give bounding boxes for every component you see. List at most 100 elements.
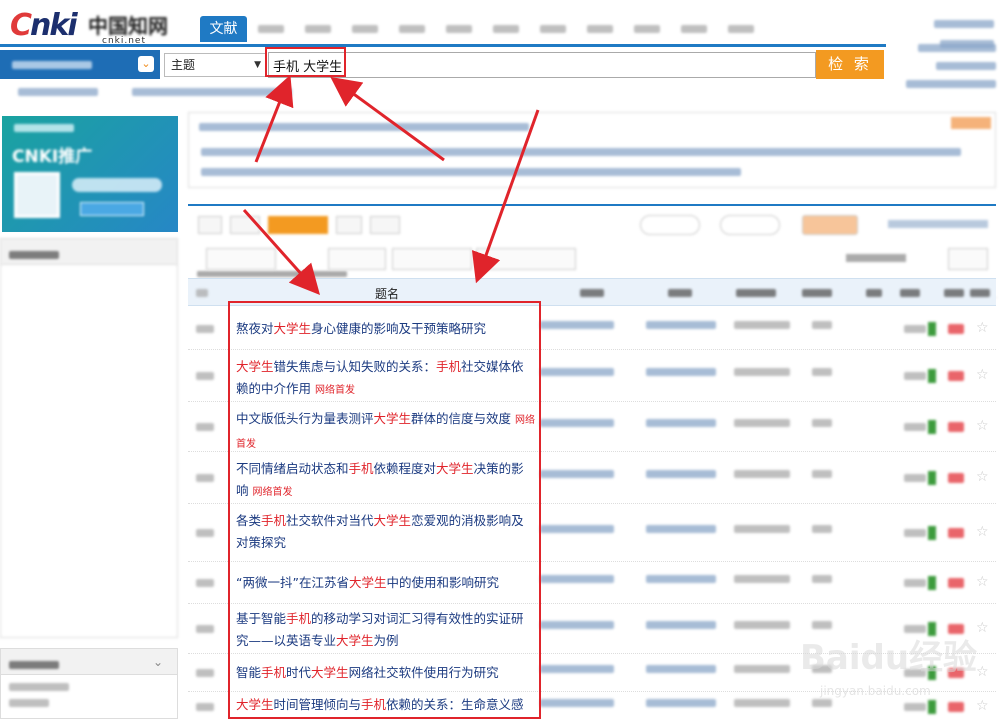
qr-code-icon	[14, 172, 60, 218]
date-cell	[734, 699, 790, 707]
search-bar: ⌄ 主题 ▼ 检 索	[0, 44, 886, 79]
star-icon[interactable]: ☆	[976, 524, 989, 540]
tab-dictionary[interactable]	[529, 16, 576, 42]
watermark-url: jingyan.baidu.com	[820, 684, 931, 698]
download-count	[904, 372, 926, 380]
database-cell	[812, 368, 832, 376]
read-icon[interactable]	[948, 578, 964, 588]
star-icon[interactable]: ☆	[976, 320, 989, 336]
download-count	[904, 325, 926, 333]
author-cell[interactable]	[540, 699, 614, 707]
author-cell[interactable]	[540, 621, 614, 629]
col-favorite[interactable]	[970, 289, 990, 297]
col-title[interactable]: 题名	[375, 285, 399, 302]
author-cell[interactable]	[540, 525, 614, 533]
related-authors-panel: ⌄	[0, 648, 178, 719]
author-cell[interactable]	[540, 368, 614, 376]
download-count	[904, 579, 926, 587]
selected-count[interactable]	[206, 248, 276, 270]
col-database[interactable]	[802, 289, 832, 297]
col-read[interactable]	[944, 289, 964, 297]
read-icon[interactable]	[948, 371, 964, 381]
display-options[interactable]	[888, 220, 988, 228]
tab-journal[interactable]	[247, 16, 294, 42]
tab-conference[interactable]	[341, 16, 388, 42]
sort-downloads[interactable]	[336, 216, 362, 234]
clear-button[interactable]	[328, 248, 386, 270]
tab-more[interactable]	[717, 16, 764, 42]
source-cell[interactable]	[646, 525, 716, 533]
chevron-down-icon: ⌄	[138, 56, 154, 72]
author-cell[interactable]	[540, 665, 614, 673]
download-icon[interactable]	[928, 369, 936, 383]
source-cell[interactable]	[646, 470, 716, 478]
read-icon[interactable]	[948, 528, 964, 538]
col-cited[interactable]	[866, 289, 882, 297]
author-cell[interactable]	[540, 470, 614, 478]
row-number	[196, 625, 214, 633]
download-icon[interactable]	[928, 322, 936, 336]
batch-download-button[interactable]	[802, 215, 858, 235]
col-author[interactable]	[580, 289, 604, 297]
page-size-select[interactable]	[948, 248, 988, 270]
tab-newspaper[interactable]	[388, 16, 435, 42]
author-cell[interactable]	[540, 575, 614, 583]
chevron-down-icon[interactable]: ⌄	[153, 655, 163, 669]
author-cell[interactable]	[540, 321, 614, 329]
star-icon[interactable]: ☆	[976, 367, 989, 383]
source-cell[interactable]	[646, 699, 716, 707]
tab-achievement[interactable]	[670, 16, 717, 42]
field-value: 主题	[171, 58, 196, 72]
ad-banner[interactable]: CNKI推广	[2, 116, 178, 232]
download-icon[interactable]	[928, 526, 936, 540]
sort-date[interactable]	[230, 216, 260, 234]
tab-encyclopedia[interactable]	[482, 16, 529, 42]
tab-thesis[interactable]	[294, 16, 341, 42]
export-button[interactable]	[640, 215, 700, 235]
read-icon[interactable]	[948, 473, 964, 483]
col-source[interactable]	[668, 289, 692, 297]
source-cell[interactable]	[646, 321, 716, 329]
search-kind-select[interactable]: ⌄	[0, 50, 160, 79]
download-icon[interactable]	[928, 576, 936, 590]
col-pub-date[interactable]	[736, 289, 776, 297]
col-downloads[interactable]	[900, 289, 920, 297]
read-icon[interactable]	[948, 422, 964, 432]
annotation-box-query	[265, 47, 346, 77]
star-icon[interactable]: ☆	[976, 418, 989, 434]
sort-comprehensive[interactable]	[370, 216, 400, 234]
search-input[interactable]	[268, 52, 816, 78]
date-cell	[734, 525, 790, 533]
advanced-search-links[interactable]	[896, 44, 996, 98]
tab-standard[interactable]	[623, 16, 670, 42]
tab-patent[interactable]	[576, 16, 623, 42]
row-number	[196, 423, 214, 431]
source-cell[interactable]	[646, 419, 716, 427]
tab-yearbook[interactable]	[435, 16, 482, 42]
source-cell[interactable]	[646, 368, 716, 376]
tab-literature[interactable]: 文献	[200, 16, 247, 42]
sort-relevance[interactable]	[198, 216, 222, 234]
search-button[interactable]: 检 索	[816, 50, 884, 79]
watermark-brand: Baidu经验	[800, 638, 978, 678]
download-icon[interactable]	[928, 471, 936, 485]
database-cell	[812, 470, 832, 478]
row-number	[196, 703, 214, 711]
read-icon[interactable]	[948, 324, 964, 334]
author-cell[interactable]	[540, 419, 614, 427]
search-history[interactable]	[18, 85, 338, 96]
source-cell[interactable]	[646, 621, 716, 629]
sort-cited[interactable]	[268, 216, 328, 234]
source-cell[interactable]	[646, 665, 716, 673]
database-tabs: 文献	[200, 16, 764, 42]
cnki-logo[interactable]: Cnki 中国知网 cnki.net	[6, 8, 176, 46]
analysis-button[interactable]	[720, 215, 780, 235]
select-all-checkbox[interactable]	[196, 289, 208, 297]
source-cell[interactable]	[646, 575, 716, 583]
star-icon[interactable]: ☆	[976, 574, 989, 590]
export-select[interactable]	[476, 248, 576, 270]
star-icon[interactable]: ☆	[976, 469, 989, 485]
batch-button[interactable]	[392, 248, 472, 270]
download-icon[interactable]	[928, 420, 936, 434]
search-field-select[interactable]: 主题 ▼	[164, 53, 266, 77]
